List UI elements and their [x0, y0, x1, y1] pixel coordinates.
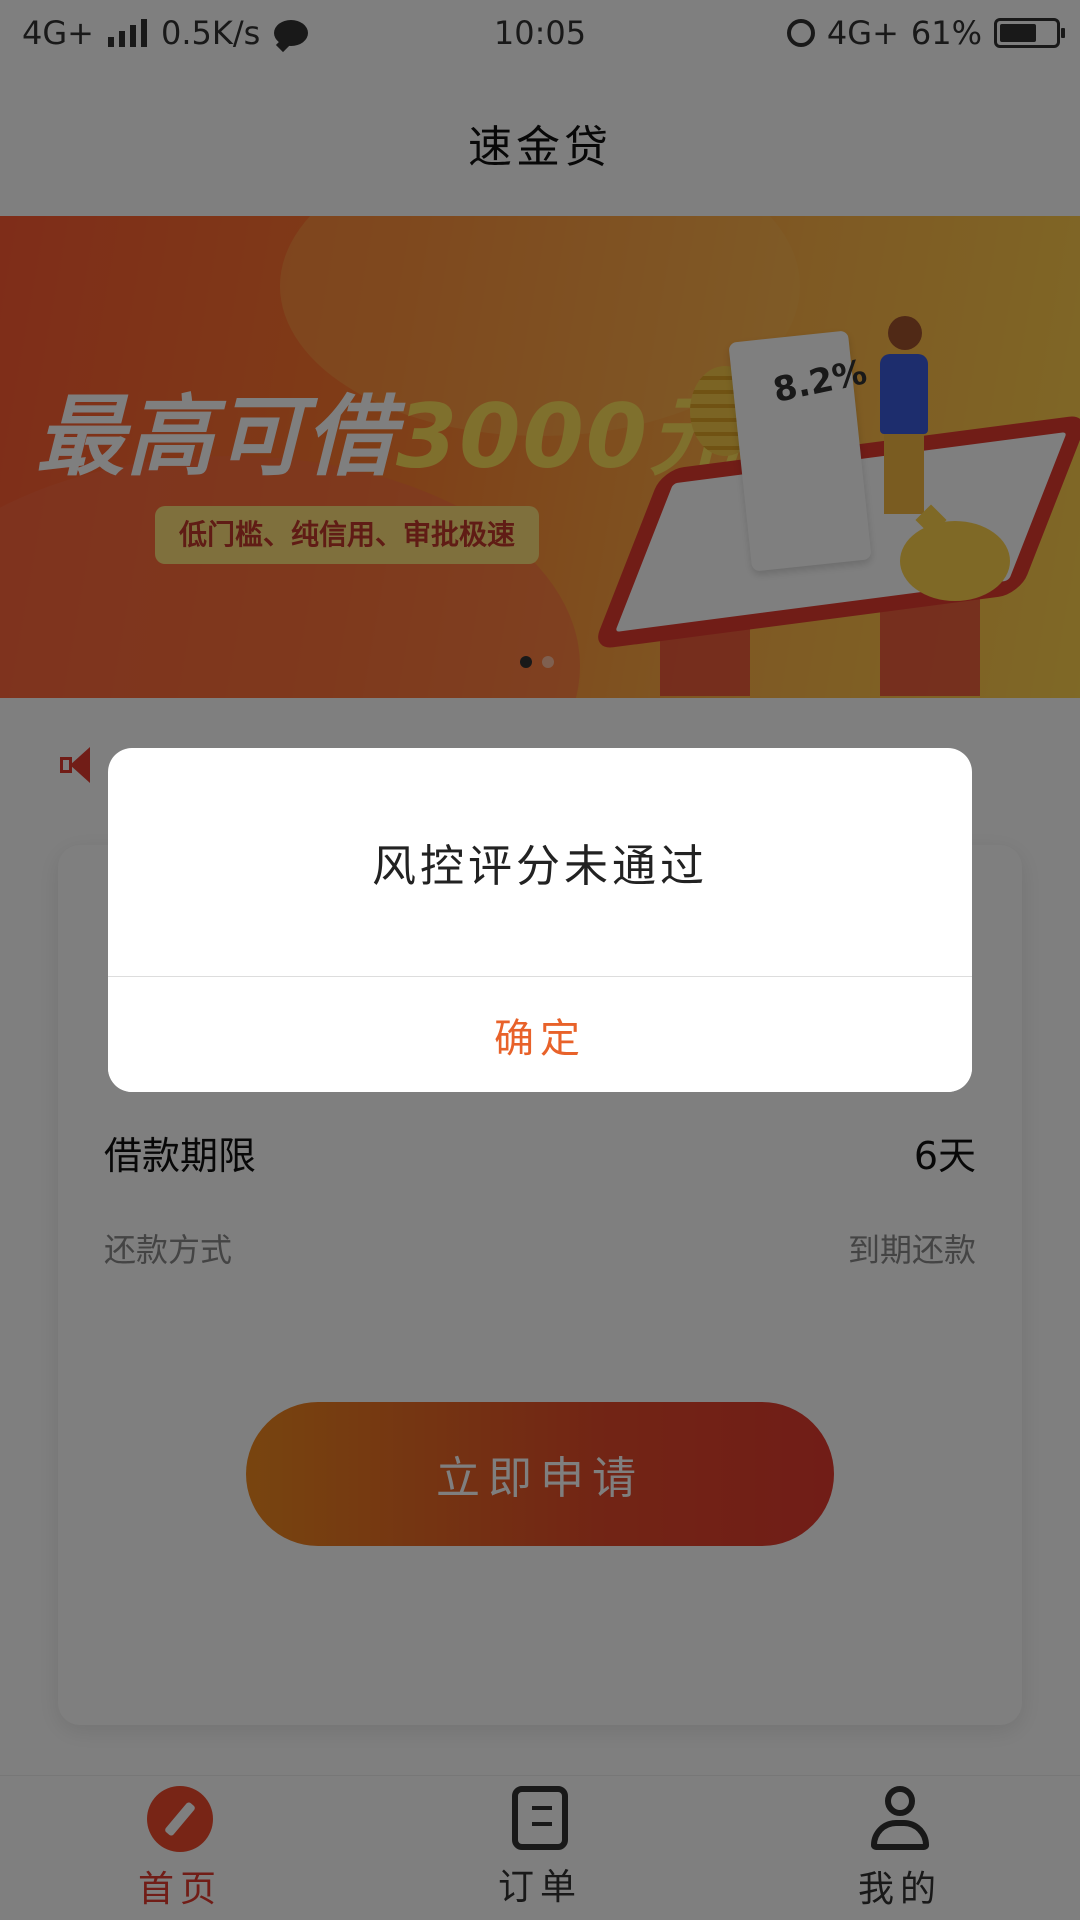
confirm-button[interactable]: 确定: [108, 977, 972, 1092]
alert-dialog: 风控评分未通过 确定: [108, 748, 972, 1092]
dialog-message: 风控评分未通过: [372, 841, 708, 892]
